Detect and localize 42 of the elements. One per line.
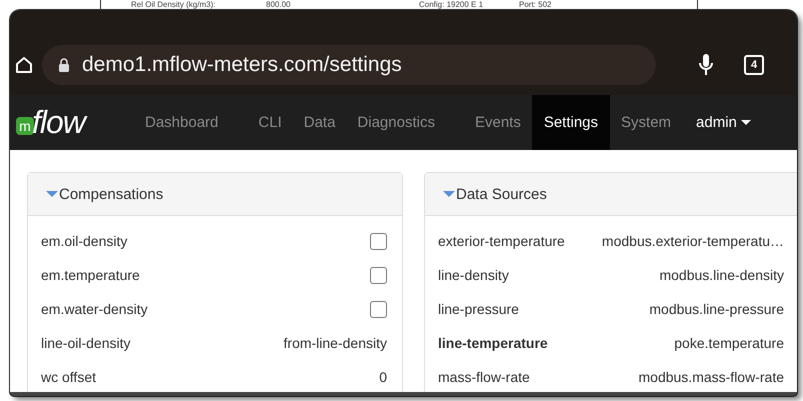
setting-value: modbus.line-density xyxy=(659,267,784,283)
nav-tab[interactable]: CLI xyxy=(247,95,293,150)
nav-tab[interactable]: Events xyxy=(464,95,532,150)
nav-tab[interactable]: Dashboard xyxy=(134,95,230,150)
panel-header[interactable]: Compensations xyxy=(28,173,402,216)
setting-label: em.temperature xyxy=(41,267,140,283)
home-icon[interactable] xyxy=(14,54,34,74)
nav-tab[interactable]: Data xyxy=(292,95,346,150)
address-bar[interactable]: demo1.mflow-meters.com/settings xyxy=(42,44,656,84)
background-page-text: Config: 19200 E 1 xyxy=(419,0,484,9)
setting-label: line-oil-density xyxy=(41,335,130,351)
logo-text: flow xyxy=(32,104,85,141)
setting-label: line-temperature xyxy=(438,335,548,351)
tab-count-button[interactable]: 4 xyxy=(744,54,764,74)
nav-tab[interactable]: Diagnostics xyxy=(346,95,446,150)
setting-value: modbus.mass-flow-rate xyxy=(638,369,784,385)
nav-tab[interactable]: Settings xyxy=(532,95,610,150)
setting-value: from-line-density xyxy=(284,335,387,351)
setting-label: em.water-density xyxy=(41,301,148,317)
background-page-text: Rel Oil Density (kg/m3): xyxy=(131,0,216,9)
background-page-text: Port: 502 xyxy=(519,0,552,9)
checkbox[interactable] xyxy=(370,232,387,250)
setting-value: modbus.exterior-temperatu… xyxy=(602,233,784,249)
setting-value: poke.temperature xyxy=(674,335,784,351)
setting-value: modbus.line-pressure xyxy=(649,301,784,317)
background-page-text: 800.00 xyxy=(266,0,290,9)
setting-label: em.oil-density xyxy=(41,233,128,249)
lock-icon xyxy=(58,58,70,72)
setting-label: mass-flow-rate xyxy=(438,369,530,385)
panel-header[interactable]: Data Sources xyxy=(425,173,797,216)
setting-value: 0 xyxy=(379,369,387,385)
setting-label: line-pressure xyxy=(438,301,519,317)
setting-label: wc offset xyxy=(41,369,96,385)
nav-tab[interactable]: System xyxy=(610,95,682,150)
logo-badge: m xyxy=(16,116,34,134)
user-menu[interactable]: admin xyxy=(696,95,751,150)
setting-label: exterior-temperature xyxy=(438,233,565,249)
checkbox[interactable] xyxy=(370,300,387,318)
microphone-icon[interactable] xyxy=(698,52,714,76)
setting-label: line-density xyxy=(438,267,509,283)
checkbox[interactable] xyxy=(370,266,387,284)
caret-icon xyxy=(740,120,751,126)
